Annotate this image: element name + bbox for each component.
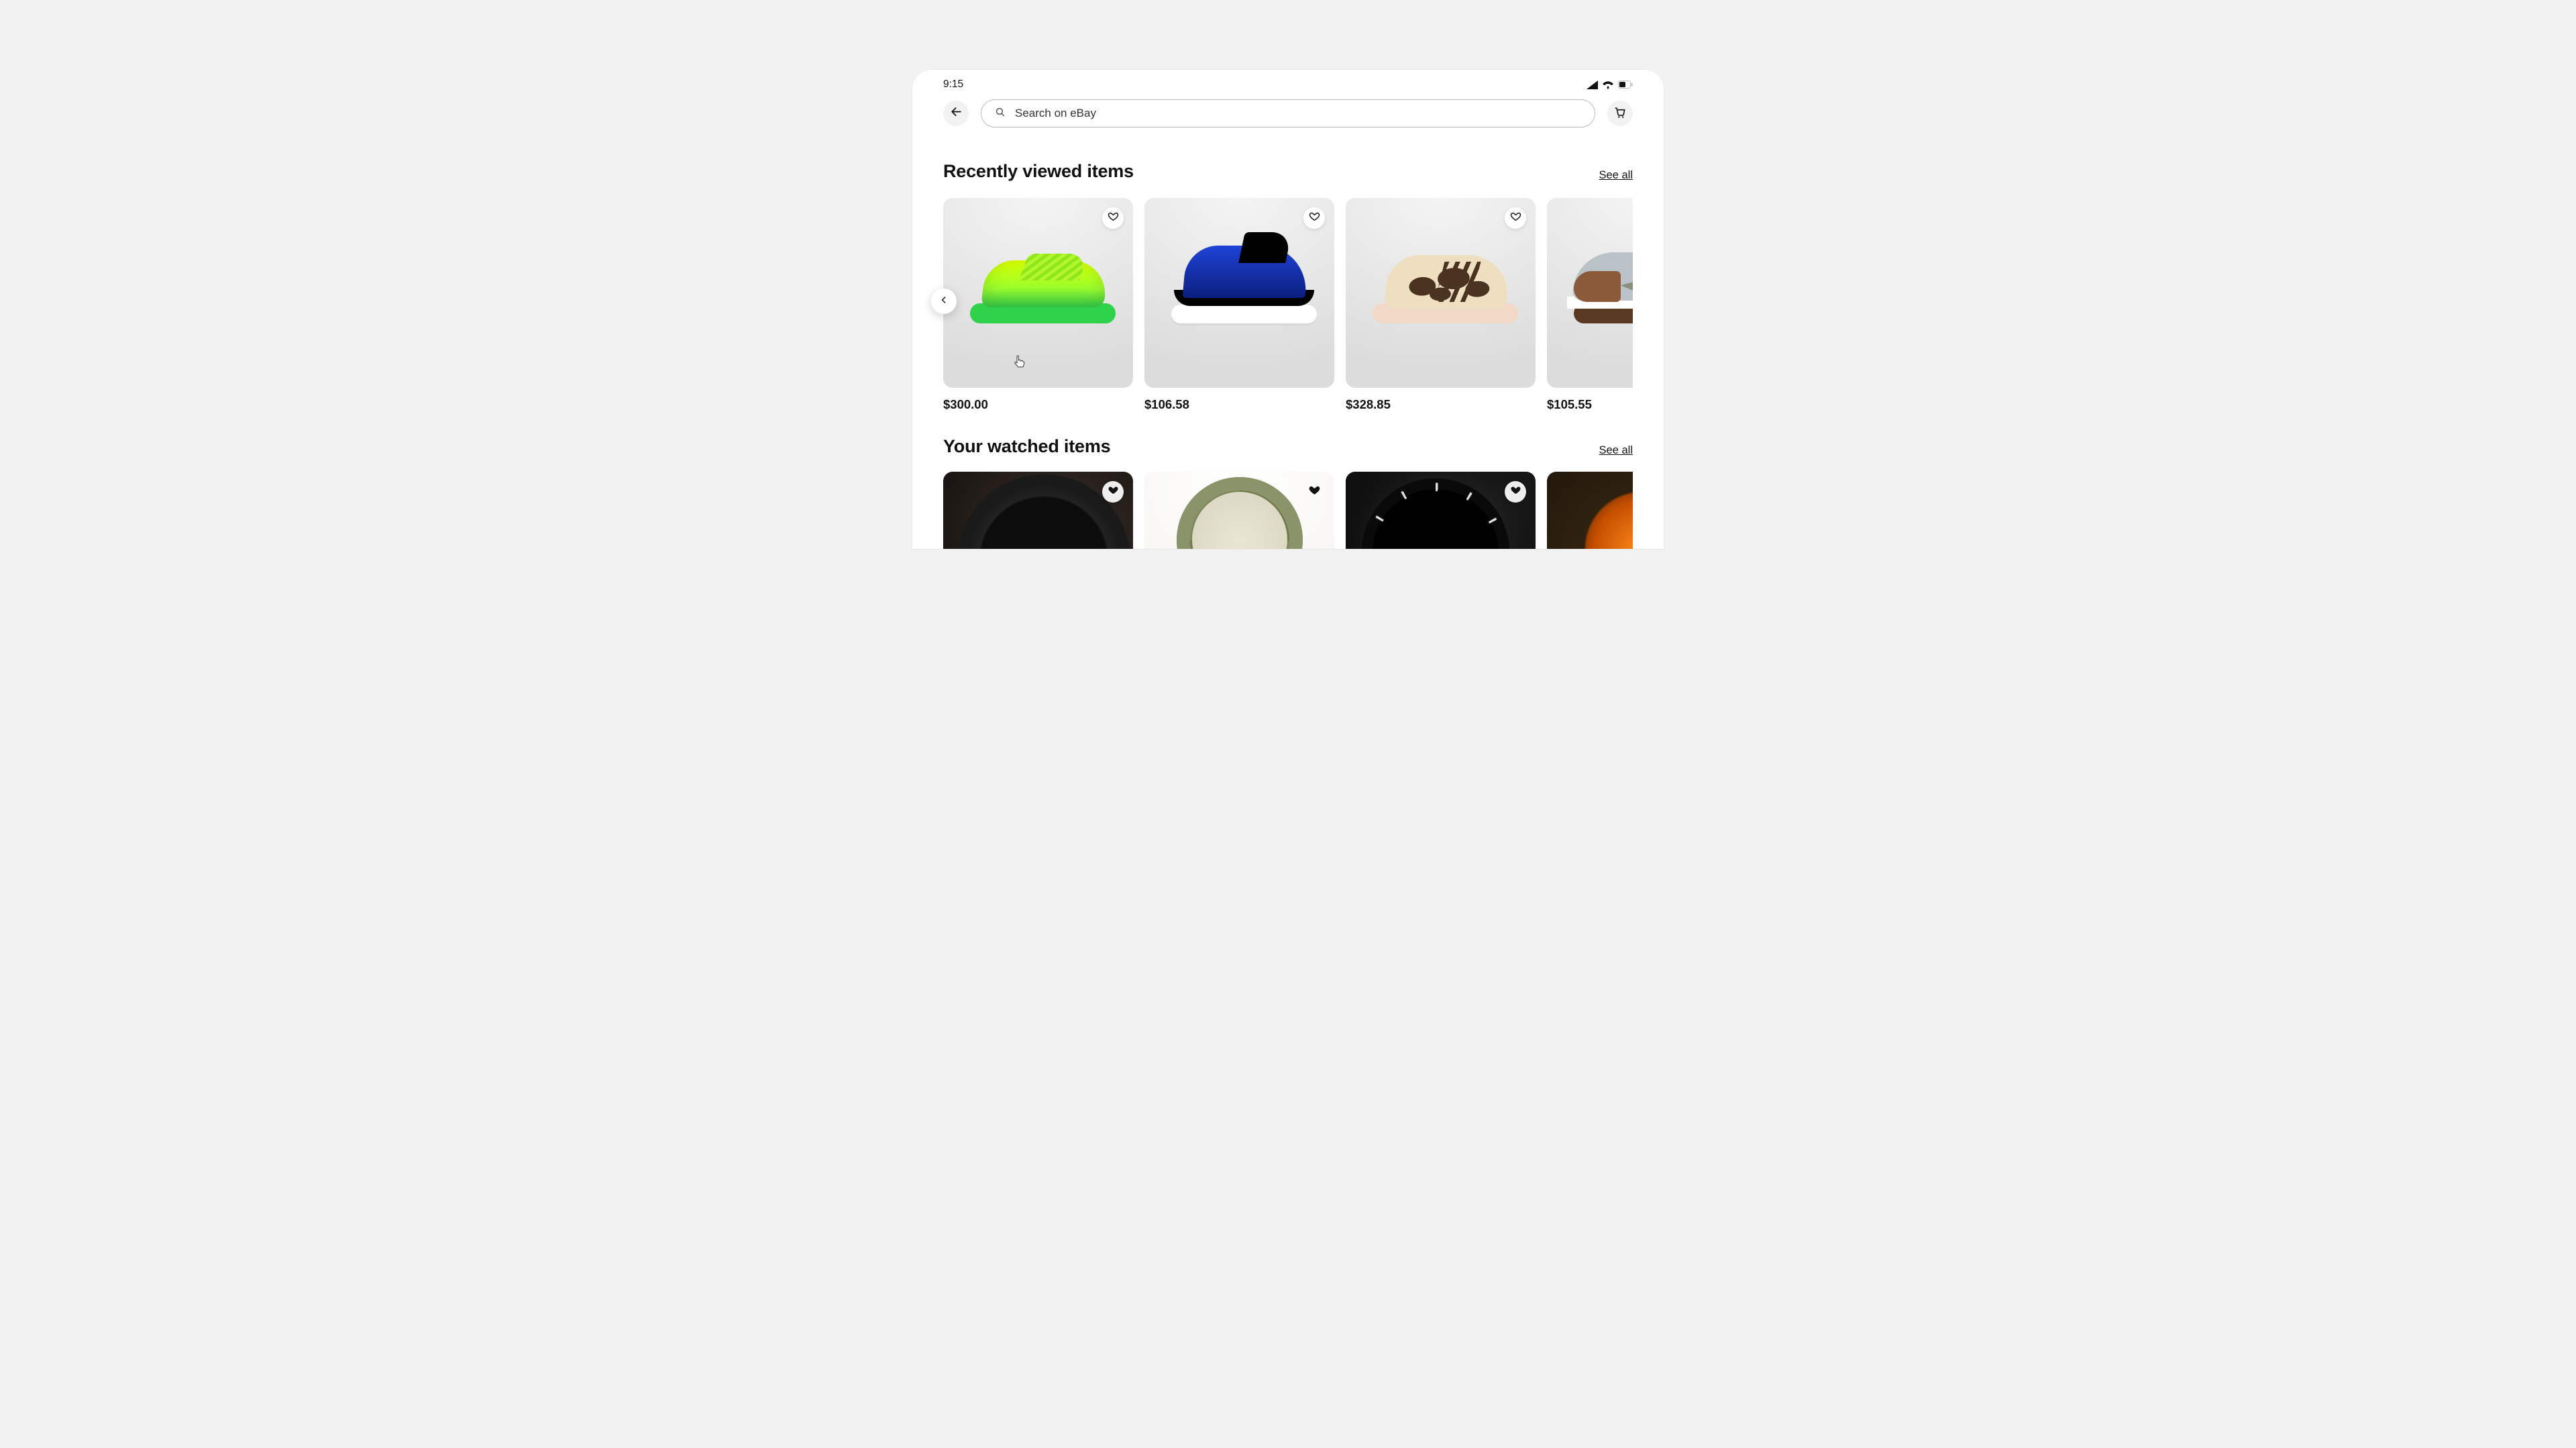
product-card[interactable] bbox=[1547, 472, 1633, 549]
product-image[interactable] bbox=[943, 472, 1133, 549]
recent-see-all-link[interactable]: See all bbox=[1599, 169, 1633, 182]
watched-section: Your watched items See all bbox=[912, 436, 1664, 549]
heart-filled-icon bbox=[1510, 484, 1521, 499]
product-price: $300.00 bbox=[943, 397, 1133, 412]
status-bar: 9:15 bbox=[912, 70, 1664, 99]
product-card[interactable]: $328.85 bbox=[1346, 198, 1536, 412]
arrow-left-icon bbox=[950, 105, 963, 121]
favorite-button[interactable] bbox=[1102, 481, 1124, 503]
product-image[interactable] bbox=[1144, 472, 1334, 549]
wifi-icon bbox=[1602, 81, 1614, 89]
stage: 9:15 bbox=[800, 0, 1776, 549]
tablet-device-frame: 9:15 bbox=[912, 70, 1664, 549]
carousel-prev-button[interactable] bbox=[931, 289, 957, 314]
watched-title: Your watched items bbox=[943, 436, 1110, 457]
battery-icon bbox=[1618, 81, 1633, 89]
product-image[interactable] bbox=[1547, 472, 1633, 549]
product-price: $328.85 bbox=[1346, 397, 1536, 412]
top-bar bbox=[912, 99, 1664, 137]
cart-button[interactable] bbox=[1607, 101, 1633, 126]
search-field[interactable] bbox=[981, 99, 1595, 127]
heart-icon bbox=[1309, 211, 1320, 225]
product-image[interactable] bbox=[1144, 198, 1334, 388]
recent-scroller[interactable]: $300.00 $106.58 bbox=[943, 198, 1633, 412]
product-card[interactable] bbox=[1346, 472, 1536, 549]
chevron-left-icon bbox=[939, 295, 949, 308]
heart-icon bbox=[1510, 211, 1521, 225]
product-card[interactable]: $300.00 bbox=[943, 198, 1133, 412]
favorite-button[interactable] bbox=[1102, 207, 1124, 229]
cellular-icon bbox=[1587, 81, 1598, 89]
product-card[interactable]: $106.58 bbox=[1144, 198, 1334, 412]
favorite-button[interactable] bbox=[1303, 207, 1325, 229]
cart-icon bbox=[1613, 105, 1627, 122]
heart-filled-icon bbox=[1108, 484, 1119, 499]
product-image[interactable] bbox=[1547, 198, 1633, 388]
product-price: $106.58 bbox=[1144, 397, 1334, 412]
favorite-button[interactable] bbox=[1505, 481, 1526, 503]
watched-scroller[interactable] bbox=[943, 472, 1633, 549]
heart-filled-icon bbox=[1308, 484, 1321, 500]
heart-icon bbox=[1108, 211, 1119, 225]
recent-section: Recently viewed items See all bbox=[912, 161, 1664, 412]
pointer-cursor-icon bbox=[1014, 355, 1025, 368]
product-image[interactable] bbox=[943, 198, 1133, 388]
product-price: $105.55 bbox=[1547, 397, 1633, 412]
product-card[interactable] bbox=[1144, 472, 1334, 549]
recent-title: Recently viewed items bbox=[943, 161, 1134, 182]
product-image[interactable] bbox=[1346, 472, 1536, 549]
back-button[interactable] bbox=[943, 101, 969, 126]
watched-see-all-link[interactable]: See all bbox=[1599, 444, 1633, 457]
clock: 9:15 bbox=[943, 79, 963, 91]
product-card[interactable] bbox=[943, 472, 1133, 549]
favorite-button[interactable] bbox=[1303, 481, 1325, 503]
product-card[interactable]: $105.55 bbox=[1547, 198, 1633, 412]
product-image[interactable] bbox=[1346, 198, 1536, 388]
search-input[interactable] bbox=[1015, 107, 1581, 120]
favorite-button[interactable] bbox=[1505, 207, 1526, 229]
search-icon bbox=[995, 107, 1006, 121]
